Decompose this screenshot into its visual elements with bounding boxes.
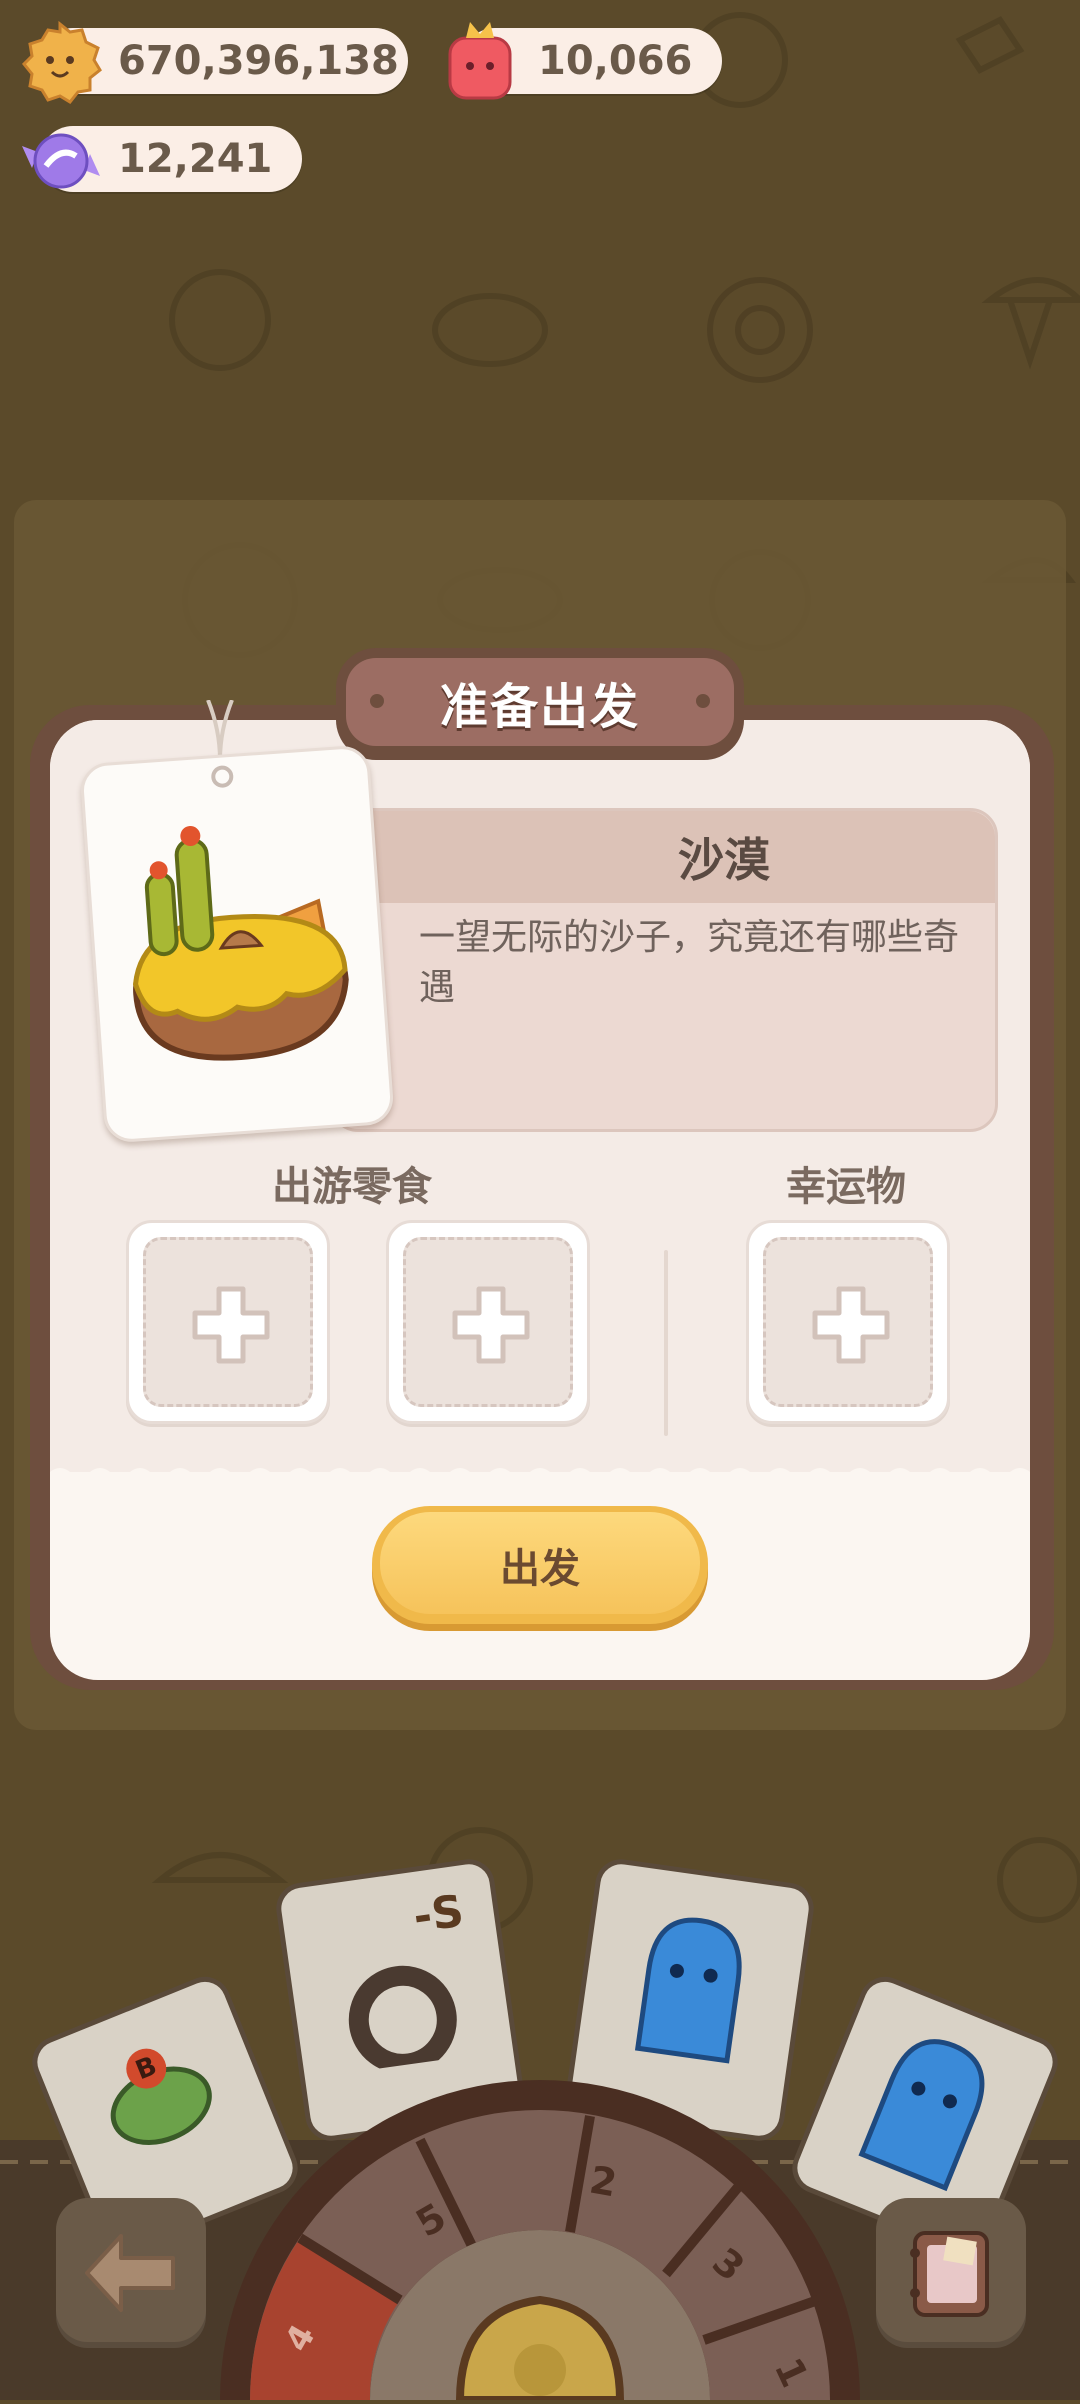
cookie-icon [16, 18, 104, 110]
depart-button[interactable]: 出发 [372, 1506, 708, 1624]
journal-button[interactable] [876, 2198, 1026, 2348]
lucky-item-label: 幸运物 [786, 1164, 906, 1210]
depart-button-label: 出发 [500, 1546, 580, 1592]
lucky-item-slot[interactable] [746, 1220, 950, 1424]
plus-icon [192, 1286, 270, 1364]
plus-icon [452, 1286, 530, 1364]
location-info-box: 沙漠 一望无际的沙子，究竟还有哪些奇遇 [330, 808, 998, 1132]
snacks-label: 出游零食 [272, 1164, 432, 1210]
dice-dial[interactable]: 4 5 2 3 1 [210, 1970, 870, 2400]
journal-icon [910, 2231, 989, 2317]
candy-icon [16, 116, 106, 210]
slot-divider [664, 1250, 668, 1436]
snack-slot-2[interactable] [386, 1220, 590, 1424]
gem-count: 10,066 [538, 38, 693, 84]
back-button[interactable] [56, 2198, 206, 2348]
location-description: 一望无际的沙子，究竟还有哪些奇遇 [419, 917, 960, 1008]
plus-icon [812, 1286, 890, 1364]
back-arrow-icon [85, 2234, 175, 2312]
modal-title: 准备出发 [439, 679, 640, 735]
desert-icon [133, 825, 349, 1061]
location-tag-card [79, 744, 395, 1144]
location-name: 沙漠 [678, 833, 770, 887]
snack-slot-1[interactable] [126, 1220, 330, 1424]
jelly-gem-icon [440, 16, 520, 110]
modal-title-plate: 准备出发 [336, 648, 744, 760]
candy-count: 12,241 [118, 136, 273, 182]
ring-card-label: -S [410, 1885, 467, 1944]
cookie-count: 670,396,138 [118, 38, 399, 84]
